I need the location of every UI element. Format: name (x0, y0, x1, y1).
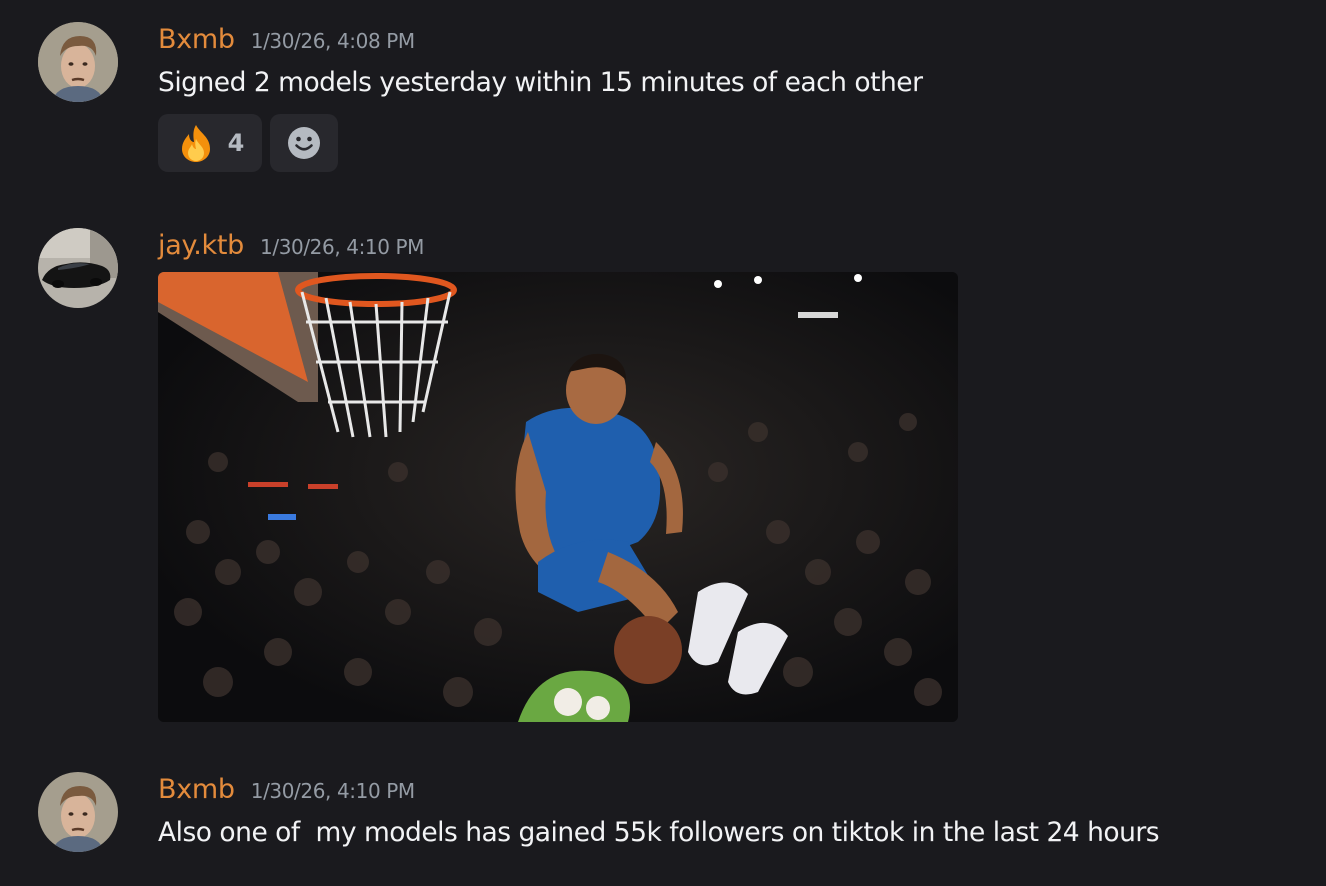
reaction-fire[interactable]: 4 (158, 114, 262, 172)
avatar[interactable] (38, 22, 118, 102)
username[interactable]: Bxmb (158, 24, 235, 55)
user-avatar-portrait-icon (38, 22, 118, 102)
timestamp[interactable]: 1/30/26, 4:08 PM (251, 29, 415, 53)
gif-attachment[interactable] (158, 272, 958, 722)
reactions: 4 (158, 114, 338, 172)
add-reaction-button[interactable] (270, 114, 338, 172)
dunk-image (158, 272, 958, 722)
timestamp[interactable]: 1/30/26, 4:10 PM (251, 779, 415, 803)
reaction-count: 4 (227, 129, 245, 157)
message: Bxmb 1/30/26, 4:10 PM Also one of my mod… (0, 740, 1326, 886)
username[interactable]: jay.ktb (158, 230, 244, 261)
car-avatar-icon (38, 228, 118, 308)
message-text: Also one of my models has gained 55k fol… (158, 817, 1160, 848)
message: Bxmb 1/30/26, 4:08 PM Signed 2 models ye… (0, 0, 1326, 200)
user-avatar-portrait-icon (38, 772, 118, 852)
smiley-icon (288, 127, 320, 159)
chat-log: Bxmb 1/30/26, 4:08 PM Signed 2 models ye… (0, 0, 1326, 886)
username[interactable]: Bxmb (158, 774, 235, 805)
message-header: Bxmb 1/30/26, 4:10 PM (158, 774, 415, 805)
message: jay.ktb 1/30/26, 4:10 PM (0, 200, 1326, 740)
message-text: Signed 2 models yesterday within 15 minu… (158, 67, 923, 98)
avatar[interactable] (38, 228, 118, 308)
fire-icon (181, 125, 210, 162)
message-header: jay.ktb 1/30/26, 4:10 PM (158, 230, 424, 261)
timestamp[interactable]: 1/30/26, 4:10 PM (260, 235, 424, 259)
message-header: Bxmb 1/30/26, 4:08 PM (158, 24, 415, 55)
avatar[interactable] (38, 772, 118, 852)
